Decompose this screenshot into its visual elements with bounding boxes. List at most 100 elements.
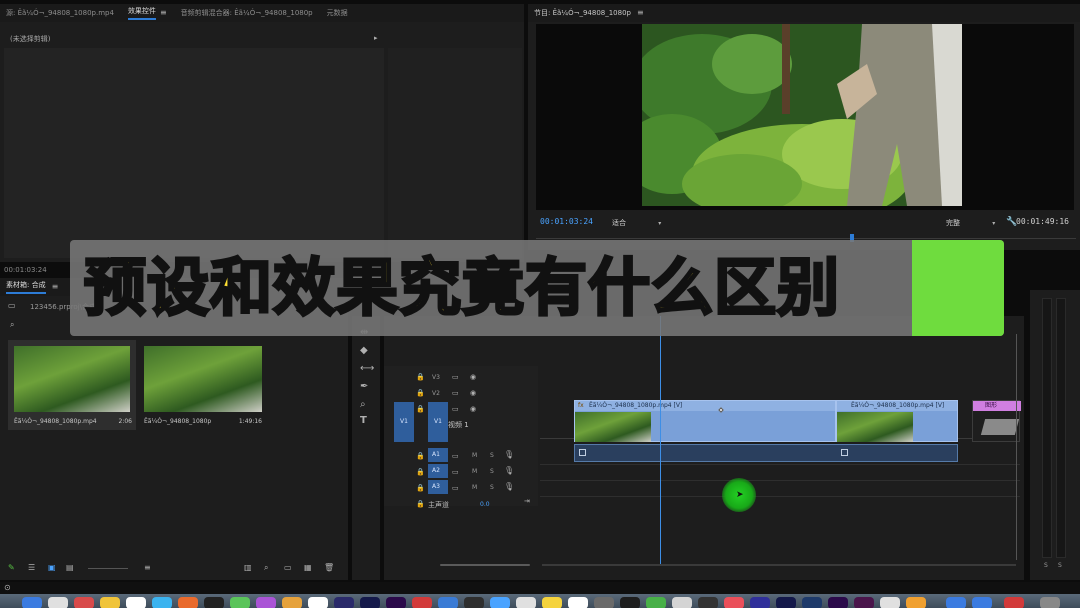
audio-clip-1[interactable] (574, 444, 958, 462)
dock-app-icon[interactable] (360, 597, 380, 608)
lock-icon[interactable]: 🔒 (416, 467, 425, 477)
sync-lock-icon[interactable]: ▭ (452, 451, 459, 461)
sync-lock-icon[interactable]: ▭ (452, 404, 459, 414)
dock-app-icon[interactable] (22, 597, 42, 608)
target-track-v1[interactable]: V1 (428, 402, 448, 442)
dock-app-icon[interactable] (594, 597, 614, 608)
search-icon[interactable]: ⌕ (10, 320, 14, 330)
dock-app-icon[interactable] (1004, 597, 1024, 608)
quality-dropdown[interactable]: 完整 ▾ (946, 218, 995, 229)
lock-icon[interactable]: 🔒 (416, 372, 425, 382)
dock-app-icon[interactable] (74, 597, 94, 608)
trash-icon[interactable]: 🗑 (324, 563, 334, 573)
dock-app-icon[interactable] (724, 597, 744, 608)
bin-menu-icon[interactable]: ≡ (52, 282, 59, 292)
lock-icon[interactable]: 🔒 (416, 483, 425, 493)
solo-toggle-a1[interactable]: S (490, 452, 494, 459)
tab-bin-composite[interactable]: 素材箱: 合成 (6, 280, 46, 294)
lock-icon[interactable]: 🔒 (416, 404, 425, 414)
sync-lock-icon[interactable]: ▭ (452, 483, 459, 493)
dock-app-icon[interactable] (946, 597, 966, 608)
dock-app-icon[interactable] (412, 597, 432, 608)
dock-app-icon[interactable] (646, 597, 666, 608)
dock-app-icon[interactable] (906, 597, 926, 608)
microphone-icon[interactable]: 🎙 (504, 450, 514, 460)
mute-toggle-a2[interactable]: M (472, 468, 477, 475)
solo-toggle-a3[interactable]: S (490, 484, 494, 491)
razor-icon[interactable]: ◆ (360, 346, 368, 356)
type-tool-icon[interactable]: T (360, 416, 367, 426)
tab-program[interactable]: 节目: Êã¼Ó¬_94808_1080p (534, 8, 631, 18)
dock-app-icon[interactable] (152, 597, 172, 608)
sync-lock-icon[interactable]: ▭ (452, 372, 459, 382)
go-to-end-icon[interactable]: ⇥ (524, 496, 530, 506)
dock-app-icon[interactable] (828, 597, 848, 608)
zoom-slider[interactable] (88, 568, 128, 569)
source-patch-v1[interactable]: V1 (394, 402, 414, 442)
video-clip-1[interactable]: fx Êã¼Ó¬_94808_1080p.mp4 [V] (574, 400, 836, 442)
dock-app-icon[interactable] (256, 597, 276, 608)
dock-app-icon[interactable] (802, 597, 822, 608)
dock-app-icon[interactable] (490, 597, 510, 608)
dock-app-icon[interactable] (204, 597, 224, 608)
video-clip-2[interactable]: Êã¼Ó¬_94808_1080p.mp4 [V] (836, 400, 958, 442)
program-playhead-timecode[interactable]: 00:01:03:24 (540, 217, 593, 226)
dock-app-icon[interactable] (516, 597, 536, 608)
tab-metadata[interactable]: 元数据 (327, 8, 348, 18)
solo-left-button[interactable]: S (1044, 562, 1048, 569)
mute-toggle-a1[interactable]: M (472, 452, 477, 459)
lock-icon[interactable]: 🔒 (416, 388, 425, 398)
dock-app-icon[interactable] (972, 597, 992, 608)
play-only-icon[interactable]: ▸ (374, 33, 378, 43)
timeline-zoom-scrollbar[interactable] (542, 564, 1016, 566)
dock-app-icon[interactable] (698, 597, 718, 608)
dock-app-icon[interactable] (854, 597, 874, 608)
dock-app-icon[interactable] (880, 597, 900, 608)
find-icon[interactable]: ⌕ (264, 563, 268, 573)
fit-dropdown[interactable]: 适合 ▾ (612, 218, 661, 229)
icon-view-icon[interactable]: ▣ (48, 563, 56, 573)
eye-icon[interactable]: ◉ (470, 404, 476, 414)
pencil-icon[interactable]: ✎ (8, 563, 15, 573)
timeline-playhead[interactable] (660, 316, 661, 564)
sort-icon[interactable]: ≡ (144, 563, 151, 573)
dock-app-icon[interactable] (386, 597, 406, 608)
dock-app-icon[interactable] (230, 597, 250, 608)
dock-app-icon[interactable] (48, 597, 68, 608)
dock-app-icon[interactable] (438, 597, 458, 608)
sync-lock-icon[interactable]: ▭ (452, 467, 459, 477)
sync-lock-icon[interactable]: ▭ (452, 388, 459, 398)
solo-right-button[interactable]: S (1058, 562, 1062, 569)
timeline-horizontal-scrollbar[interactable] (440, 564, 530, 566)
microphone-icon[interactable]: 🎙 (504, 482, 514, 492)
dock-app-icon[interactable] (672, 597, 692, 608)
new-bin-icon[interactable]: ▭ (284, 563, 292, 573)
master-volume-value[interactable]: 0.0 (480, 501, 490, 508)
eye-icon[interactable]: ◉ (470, 388, 476, 398)
mute-toggle-a3[interactable]: M (472, 484, 477, 491)
dock-app-icon[interactable] (1040, 597, 1060, 608)
timeline-vertical-scrollbar[interactable] (1016, 334, 1020, 560)
dock-app-icon[interactable] (464, 597, 484, 608)
dock-app-icon[interactable] (568, 597, 588, 608)
lock-icon[interactable]: 🔒 (416, 451, 425, 461)
graphic-clip[interactable]: 图形 (972, 400, 1021, 442)
slip-icon[interactable]: ⟷ (360, 364, 374, 374)
dock-app-icon[interactable] (308, 597, 328, 608)
eye-icon[interactable]: ◉ (470, 372, 476, 382)
lock-icon[interactable]: 🔒 (416, 499, 425, 509)
tab-audio-clip-mixer[interactable]: 音频剪辑混合器: Êã¼Ó¬_94808_1080p (181, 8, 313, 18)
dock-app-icon[interactable] (100, 597, 120, 608)
microphone-icon[interactable]: 🎙 (504, 466, 514, 476)
tab-source[interactable]: 源: Êã¼Ó¬_94808_1080p.mp4 (6, 8, 114, 18)
pen-icon[interactable]: ✒ (360, 382, 368, 392)
dock-app-icon[interactable] (750, 597, 770, 608)
dock-app-icon[interactable] (126, 597, 146, 608)
tab-effect-controls[interactable]: 效果控件 (127, 6, 156, 20)
bin-item-2[interactable]: Êã¼Ó¬_94808_1080p 1:49:16 (142, 340, 268, 430)
list-view-icon[interactable]: ☰ (28, 563, 35, 573)
program-menu-icon[interactable]: ≡ (637, 8, 644, 18)
dock-app-icon[interactable] (620, 597, 640, 608)
zoom-icon[interactable]: ⌕ (360, 400, 366, 410)
bin-item-1[interactable]: Êã¼Ó¬_94808_1080p.mp4 2:06 (8, 340, 136, 430)
